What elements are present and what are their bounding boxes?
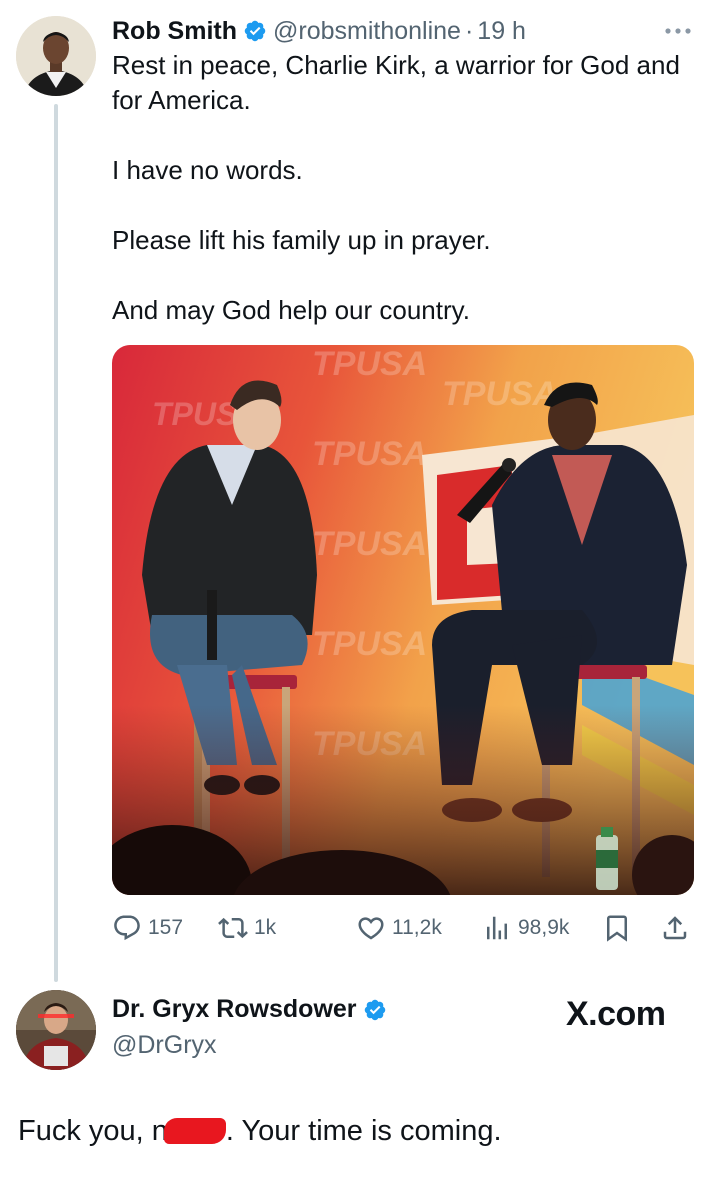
reply-button[interactable]: 157: [112, 908, 183, 948]
thread-connector-line: [54, 104, 58, 982]
banner-text: TPUSA: [312, 525, 427, 563]
reply-author-handle[interactable]: @DrGryx: [112, 1031, 217, 1060]
share-button[interactable]: [660, 908, 696, 948]
banner-text: TPUSA: [312, 625, 427, 663]
repost-button[interactable]: 1k: [218, 908, 276, 948]
reply-author-avatar[interactable]: [16, 990, 96, 1070]
author-name[interactable]: Rob Smith: [112, 17, 237, 46]
banner-text: TPUSA: [312, 345, 427, 383]
views-chart-icon: [487, 916, 507, 940]
tweet-paragraph: Please lift his family up in prayer.: [112, 225, 491, 255]
banner-text: TPUSA: [312, 435, 427, 473]
views-count: 98,9k: [518, 916, 570, 939]
reply-header: Dr. Gryx Rowsdower: [112, 995, 393, 1024]
more-options-icon[interactable]: [664, 24, 692, 38]
repost-icon: [218, 917, 248, 939]
author-handle[interactable]: @robsmithonline: [273, 17, 461, 46]
heart-icon: [358, 917, 384, 940]
separator-dot: ·: [464, 16, 474, 45]
tweet-header: Rob Smith @robsmithonline · 19 h: [112, 14, 526, 48]
tweet[interactable]: Rob Smith @robsmithonline · 19 h Rest in…: [0, 0, 710, 990]
reply-count: 157: [148, 916, 184, 939]
views-button[interactable]: 98,9k: [482, 908, 569, 948]
share-icon: [663, 916, 687, 940]
reply-text-start: Fuck you, n: [18, 1115, 168, 1147]
like-count: 11,2k: [392, 916, 442, 939]
tweet-text: Rest in peace, Charlie Kirk, a warrior f…: [112, 48, 692, 328]
author-avatar[interactable]: [16, 16, 96, 96]
banner-text: TPUSA: [442, 375, 557, 413]
tweet-paragraph: I have no words.: [112, 155, 303, 185]
timestamp[interactable]: 19 h: [477, 17, 526, 46]
reply-author-name[interactable]: Dr. Gryx Rowsdower: [112, 995, 357, 1024]
reply-text-end: . Your time is coming.: [225, 1115, 502, 1147]
tweet-paragraph: Rest in peace, Charlie Kirk, a warrior f…: [112, 50, 680, 115]
bookmark-icon: [607, 915, 627, 942]
tweet-paragraph: And may God help our country.: [112, 295, 470, 325]
verified-badge-icon: [244, 20, 266, 42]
reply-text: Fuck you, n . Your time is coming.: [18, 1115, 502, 1148]
like-button[interactable]: 11,2k: [356, 908, 442, 948]
reply-tweet[interactable]: Dr. Gryx Rowsdower @DrGryx X.com Fuck yo…: [0, 985, 710, 1200]
tweet-actions: 157 1k 11,2k 98,9k: [112, 908, 694, 948]
repost-count: 1k: [254, 916, 277, 939]
bookmark-button[interactable]: [602, 908, 638, 948]
tweet-photo[interactable]: TPUSA TPUSA TPUSA TPUSA TPUSA TPUSA TPUS…: [112, 345, 694, 895]
x-com-logo: X.com: [566, 995, 666, 1033]
verified-badge-icon: [364, 999, 385, 1020]
reply-icon: [114, 915, 140, 941]
redaction-mark: [163, 1118, 226, 1144]
